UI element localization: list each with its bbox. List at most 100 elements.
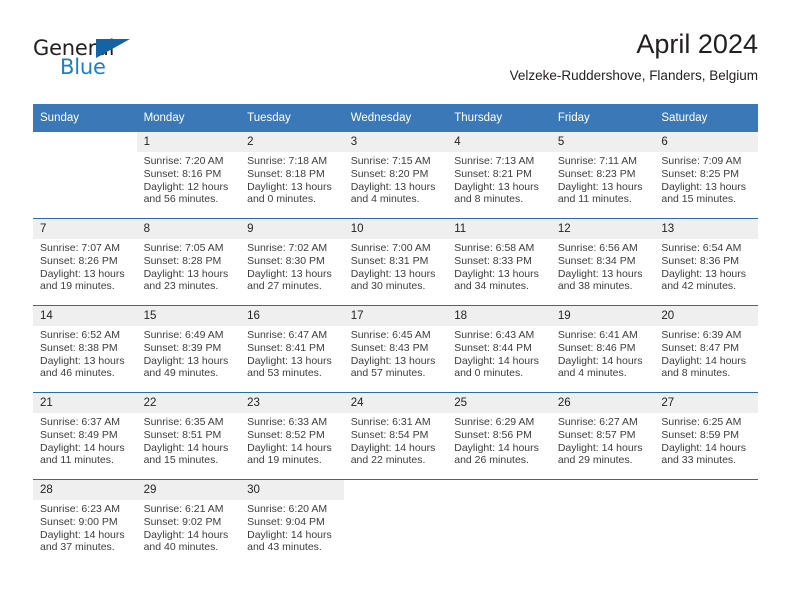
day-number: 8 <box>136 219 241 239</box>
day-cell-empty <box>343 479 448 566</box>
day-cell-empty <box>654 479 758 566</box>
day-detail: Sunrise: 7:00 AM Sunset: 8:31 PM Dayligh… <box>344 239 448 293</box>
daylight-text-line2: and 49 minutes. <box>143 367 219 380</box>
daylight-text-line2: and 37 minutes. <box>40 541 115 554</box>
day-number: 4 <box>447 132 551 152</box>
calendar-page: General Blue April 2024 Velzeke-Ruddersh… <box>0 0 792 612</box>
daylight-text-line2: and 29 minutes. <box>557 454 633 467</box>
day-cell[interactable]: 8 Sunrise: 7:05 AM Sunset: 8:28 PM Dayli… <box>136 218 241 306</box>
day-cell[interactable]: 14 Sunrise: 6:52 AM Sunset: 8:38 PM Dayl… <box>33 305 137 393</box>
day-cell[interactable]: 2 Sunrise: 7:18 AM Sunset: 8:18 PM Dayli… <box>240 132 344 219</box>
day-cell[interactable]: 20 Sunrise: 6:39 AM Sunset: 8:47 PM Dayl… <box>654 305 758 393</box>
day-number <box>550 480 655 500</box>
daylight-text-line2: and 38 minutes. <box>557 280 633 293</box>
day-number: 12 <box>550 219 655 239</box>
daylight-text-line2: and 11 minutes. <box>557 193 632 206</box>
day-detail: Sunrise: 7:02 AM Sunset: 8:30 PM Dayligh… <box>240 239 344 293</box>
brand-logo[interactable]: General Blue <box>33 36 163 82</box>
day-cell[interactable]: 5 Sunrise: 7:11 AM Sunset: 8:23 PM Dayli… <box>550 132 655 219</box>
sunrise-text: Sunrise: 7:09 AM <box>661 155 742 167</box>
day-cell[interactable]: 24 Sunrise: 6:31 AM Sunset: 8:54 PM Dayl… <box>343 392 448 480</box>
daylight-text-line1: Daylight: 14 hours <box>40 441 125 454</box>
day-number: 2 <box>240 132 344 152</box>
sunrise-text: Sunrise: 7:07 AM <box>40 242 120 254</box>
weekday-header-saturday: Saturday <box>654 104 758 132</box>
day-cell[interactable]: 13 Sunrise: 6:54 AM Sunset: 8:36 PM Dayl… <box>654 218 758 306</box>
day-detail: Sunrise: 6:25 AM Sunset: 8:59 PM Dayligh… <box>654 413 758 467</box>
day-cell[interactable]: 29 Sunrise: 6:21 AM Sunset: 9:02 PM Dayl… <box>136 479 241 566</box>
calendar-body: 1 Sunrise: 7:20 AM Sunset: 8:16 PM Dayli… <box>33 132 758 566</box>
daylight-text-line2: and 0 minutes. <box>247 193 317 206</box>
daylight-text-line2: and 4 minutes. <box>350 193 420 206</box>
sunset-text: Sunset: 8:23 PM <box>557 167 636 180</box>
day-cell[interactable]: 27 Sunrise: 6:25 AM Sunset: 8:59 PM Dayl… <box>654 392 758 480</box>
daylight-text-line1: Daylight: 14 hours <box>557 441 643 454</box>
daylight-text-line2: and 0 minutes. <box>454 367 524 380</box>
day-cell-empty <box>33 132 137 219</box>
day-cell[interactable]: 26 Sunrise: 6:27 AM Sunset: 8:57 PM Dayl… <box>550 392 655 480</box>
weekday-header-monday: Monday <box>136 104 241 132</box>
day-detail: Sunrise: 6:37 AM Sunset: 8:49 PM Dayligh… <box>33 413 137 467</box>
sunrise-text: Sunrise: 6:35 AM <box>143 416 224 428</box>
day-cell[interactable]: 11 Sunrise: 6:58 AM Sunset: 8:33 PM Dayl… <box>447 218 551 306</box>
daylight-text-line1: Daylight: 13 hours <box>143 354 229 367</box>
day-number: 30 <box>240 480 344 500</box>
day-cell[interactable]: 16 Sunrise: 6:47 AM Sunset: 8:41 PM Dayl… <box>240 305 344 393</box>
day-number: 9 <box>240 219 344 239</box>
day-detail: Sunrise: 6:21 AM Sunset: 9:02 PM Dayligh… <box>137 500 241 554</box>
day-cell[interactable]: 4 Sunrise: 7:13 AM Sunset: 8:21 PM Dayli… <box>447 132 551 219</box>
day-number: 19 <box>550 306 655 326</box>
daylight-text-line2: and 53 minutes. <box>247 367 322 380</box>
day-cell[interactable]: 3 Sunrise: 7:15 AM Sunset: 8:20 PM Dayli… <box>343 132 448 219</box>
daylight-text-line2: and 23 minutes. <box>143 280 219 293</box>
sunrise-text: Sunrise: 6:47 AM <box>247 329 328 341</box>
weekday-header-wednesday: Wednesday <box>343 104 448 132</box>
sunrise-text: Sunrise: 6:49 AM <box>143 329 224 341</box>
daylight-text-line2: and 22 minutes. <box>350 454 426 467</box>
day-detail: Sunrise: 6:39 AM Sunset: 8:47 PM Dayligh… <box>654 326 758 380</box>
day-cell[interactable]: 22 Sunrise: 6:35 AM Sunset: 8:51 PM Dayl… <box>136 392 241 480</box>
day-cell[interactable]: 9 Sunrise: 7:02 AM Sunset: 8:30 PM Dayli… <box>240 218 344 306</box>
day-cell[interactable]: 30 Sunrise: 6:20 AM Sunset: 9:04 PM Dayl… <box>240 479 344 566</box>
daylight-text-line1: Daylight: 13 hours <box>247 180 332 193</box>
sunset-text: Sunset: 8:36 PM <box>661 254 740 267</box>
daylight-text-line2: and 34 minutes. <box>454 280 529 293</box>
day-cell[interactable]: 19 Sunrise: 6:41 AM Sunset: 8:46 PM Dayl… <box>550 305 655 393</box>
day-number <box>343 480 448 500</box>
sunset-text: Sunset: 8:30 PM <box>247 254 325 267</box>
sunset-text: Sunset: 8:18 PM <box>247 167 325 180</box>
day-cell[interactable]: 10 Sunrise: 7:00 AM Sunset: 8:31 PM Dayl… <box>343 218 448 306</box>
sunrise-text: Sunrise: 6:29 AM <box>454 416 535 428</box>
sunrise-text: Sunrise: 7:15 AM <box>350 155 431 167</box>
day-cell[interactable]: 18 Sunrise: 6:43 AM Sunset: 8:44 PM Dayl… <box>447 305 551 393</box>
day-cell[interactable]: 6 Sunrise: 7:09 AM Sunset: 8:25 PM Dayli… <box>654 132 758 219</box>
day-cell[interactable]: 25 Sunrise: 6:29 AM Sunset: 8:56 PM Dayl… <box>447 392 551 480</box>
daylight-text-line2: and 15 minutes. <box>661 193 737 206</box>
daylight-text-line2: and 8 minutes. <box>661 367 731 380</box>
day-number: 25 <box>447 393 551 413</box>
daylight-text-line1: Daylight: 12 hours <box>143 180 229 193</box>
title-block: April 2024 Velzeke-Ruddershove, Flanders… <box>510 28 758 84</box>
brand-name-blue: Blue <box>60 55 106 79</box>
sunset-text: Sunset: 8:54 PM <box>350 428 429 441</box>
sunrise-text: Sunrise: 7:20 AM <box>143 155 224 167</box>
day-cell[interactable]: 21 Sunrise: 6:37 AM Sunset: 8:49 PM Dayl… <box>33 392 137 480</box>
day-detail: Sunrise: 7:13 AM Sunset: 8:21 PM Dayligh… <box>447 152 551 206</box>
day-cell[interactable]: 28 Sunrise: 6:23 AM Sunset: 9:00 PM Dayl… <box>33 479 137 566</box>
daylight-text-line2: and 11 minutes. <box>40 454 114 467</box>
daylight-text-line1: Daylight: 14 hours <box>40 528 125 541</box>
day-cell[interactable]: 7 Sunrise: 7:07 AM Sunset: 8:26 PM Dayli… <box>33 218 137 306</box>
day-detail: Sunrise: 7:20 AM Sunset: 8:16 PM Dayligh… <box>137 152 241 206</box>
day-cell[interactable]: 1 Sunrise: 7:20 AM Sunset: 8:16 PM Dayli… <box>136 132 241 219</box>
daylight-text-line1: Daylight: 13 hours <box>661 267 747 280</box>
sunrise-text: Sunrise: 6:21 AM <box>143 503 224 515</box>
sunrise-text: Sunrise: 6:58 AM <box>454 242 535 254</box>
day-cell[interactable]: 23 Sunrise: 6:33 AM Sunset: 8:52 PM Dayl… <box>240 392 344 480</box>
sunrise-text: Sunrise: 6:56 AM <box>557 242 638 254</box>
calendar-week-row: 7 Sunrise: 7:07 AM Sunset: 8:26 PM Dayli… <box>33 218 758 306</box>
sunrise-text: Sunrise: 6:33 AM <box>247 416 328 428</box>
day-cell[interactable]: 17 Sunrise: 6:45 AM Sunset: 8:43 PM Dayl… <box>343 305 448 393</box>
daylight-text-line1: Daylight: 13 hours <box>40 267 125 280</box>
day-cell[interactable]: 12 Sunrise: 6:56 AM Sunset: 8:34 PM Dayl… <box>550 218 655 306</box>
day-cell[interactable]: 15 Sunrise: 6:49 AM Sunset: 8:39 PM Dayl… <box>136 305 241 393</box>
